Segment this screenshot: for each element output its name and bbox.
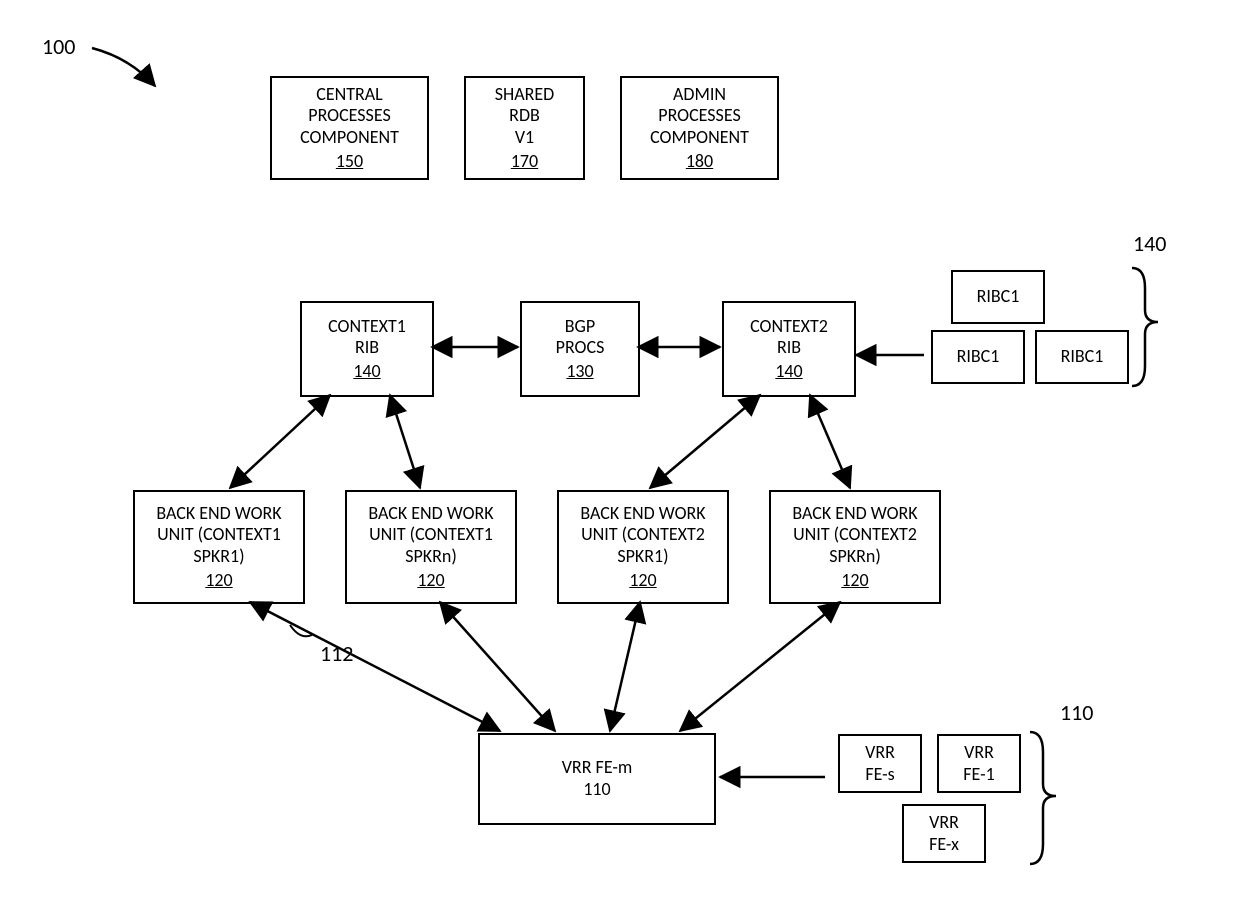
text-line: VRR: [964, 742, 994, 764]
text-line: FE-x: [929, 834, 959, 856]
backend-ctx1-spkrn-box: BACK END WORK UNIT (CONTEXT1 SPKRn) 120: [345, 490, 517, 604]
text-line: RIB: [355, 337, 379, 359]
vrr-fe-s-box: VRR FE-s: [838, 734, 922, 793]
text-line: UNIT (CONTEXT2: [581, 524, 705, 546]
bgp-procs-box: BGP PROCS 130: [520, 301, 640, 397]
text-line: SPKR1): [193, 546, 244, 568]
backend-ctx1-spkr1-box: BACK END WORK UNIT (CONTEXT1 SPKR1) 120: [133, 490, 305, 604]
text-line: CENTRAL: [316, 84, 383, 106]
text-line: BACK END WORK: [368, 503, 493, 525]
text-line: CONTEXT1: [328, 316, 406, 338]
text-line: VRR: [865, 742, 895, 764]
text-line: SHARED: [495, 84, 555, 106]
backend-ctx2-spkrn-box: BACK END WORK UNIT (CONTEXT2 SPKRn) 120: [769, 490, 941, 604]
text-line: RIB: [777, 337, 801, 359]
vrr-fe-x-box: VRR FE-x: [902, 804, 986, 863]
backend-ctx2-spkr1-box: BACK END WORK UNIT (CONTEXT2 SPKR1) 120: [557, 490, 729, 604]
text-line: RDB: [509, 105, 540, 127]
text-line: BACK END WORK: [792, 503, 917, 525]
text-line: RIBC1: [1061, 346, 1104, 368]
text-line: RIBC1: [957, 346, 1000, 368]
ref-number: 170: [511, 151, 538, 173]
shared-rdb-box: SHARED RDB V1 170: [464, 76, 585, 180]
ref-number: 150: [336, 151, 363, 173]
diagram-label-100: 100: [42, 33, 75, 60]
admin-processes-component-box: ADMIN PROCESSES COMPONENT 180: [620, 76, 779, 180]
vrr-group-label-110: 110: [1060, 699, 1093, 726]
text-line: PROCS: [556, 337, 605, 359]
text-line: UNIT (CONTEXT1: [369, 524, 493, 546]
context2-rib-box: CONTEXT2 RIB 140: [722, 301, 856, 397]
ref-number: 120: [417, 570, 444, 592]
context1-rib-box: CONTEXT1 RIB 140: [300, 301, 434, 397]
text-line: BACK END WORK: [580, 503, 705, 525]
text-line: SPKR1): [617, 546, 668, 568]
text-line: UNIT (CONTEXT2: [793, 524, 917, 546]
ref-number: 140: [353, 361, 380, 383]
ref-number: 130: [566, 361, 593, 383]
ref-number: 120: [629, 570, 656, 592]
connector-label-112: 112: [320, 640, 353, 667]
text-line: ADMIN: [673, 84, 726, 106]
text-line: UNIT (CONTEXT1: [157, 524, 281, 546]
ref-number: 120: [841, 570, 868, 592]
text-line: BACK END WORK: [156, 503, 281, 525]
text-line: FE-1: [963, 764, 994, 786]
text-line: BGP: [565, 316, 595, 338]
ribc-group-label-140: 140: [1133, 230, 1166, 257]
text-line: V1: [515, 127, 534, 149]
ribc1-box-b: RIBC1: [931, 330, 1025, 384]
ribc1-box-a: RIBC1: [951, 270, 1045, 324]
ribc1-box-c: RIBC1: [1035, 330, 1129, 384]
text-line: SPKRn): [829, 546, 881, 568]
ref-number: 180: [686, 151, 713, 173]
text-line: 110: [583, 779, 610, 801]
text-line: PROCESSES: [308, 105, 390, 127]
ref-number: 120: [205, 570, 232, 592]
text-line: VRR FE-m: [562, 757, 633, 779]
diagram-stage: 100 CENTRAL PROCESSES COMPONENT 150 SHAR…: [0, 0, 1240, 924]
ref-number: 140: [775, 361, 802, 383]
text-line: RIBC1: [977, 286, 1020, 308]
central-processes-component-box: CENTRAL PROCESSES COMPONENT 150: [270, 76, 429, 180]
text-line: SPKRn): [405, 546, 457, 568]
vrr-fe-m-box: VRR FE-m 110: [478, 733, 716, 825]
text-line: PROCESSES: [658, 105, 740, 127]
text-line: COMPONENT: [300, 127, 399, 149]
text-line: COMPONENT: [650, 127, 749, 149]
text-line: FE-s: [865, 764, 894, 786]
text-line: VRR: [929, 812, 959, 834]
text-line: CONTEXT2: [750, 316, 828, 338]
vrr-fe-1-box: VRR FE-1: [937, 734, 1021, 793]
